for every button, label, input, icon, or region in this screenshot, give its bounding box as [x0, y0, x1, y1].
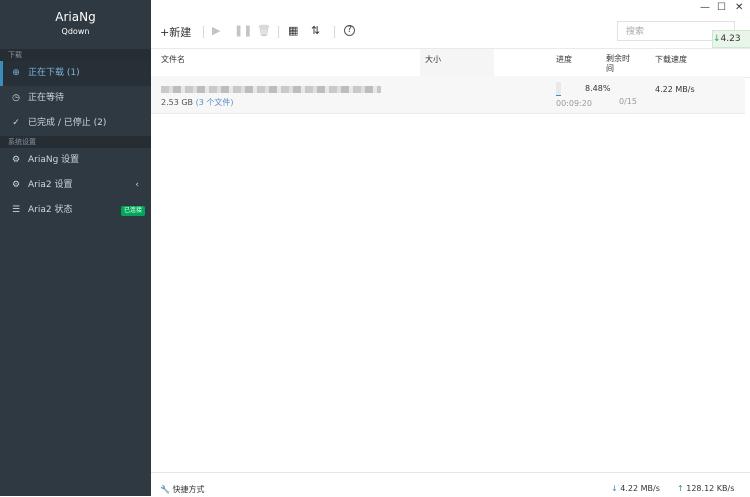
- app-title: AriaNg: [55, 10, 96, 24]
- close-button[interactable]: ✕: [735, 2, 743, 13]
- arrow-down-icon: ↓: [611, 484, 618, 493]
- minimize-button[interactable]: —: [700, 2, 710, 13]
- status-bar: 🔧 快捷方式 ↓ 4.22 MB/s ↑ 128.12 KB/s: [151, 472, 750, 497]
- sidebar: AriaNg Qdown 下载 ⊕ 正在下载 (1) ◷ 正在等待 ✓ 已完成 / 已…: [0, 0, 151, 496]
- app-subtitle: Qdown: [61, 27, 90, 36]
- brand[interactable]: AriaNg Qdown: [0, 0, 151, 49]
- new-task-label: 新建: [169, 26, 192, 39]
- sidebar-item-aria2-settings[interactable]: ⚙ Aria2 设置 ‹: [0, 173, 151, 198]
- sidebar-item-waiting[interactable]: ◷ 正在等待: [0, 86, 151, 111]
- download-circle-icon: ⊕: [12, 68, 20, 78]
- section-download-header: 下载: [0, 49, 151, 61]
- speed-tag-value: 4.23: [720, 34, 741, 44]
- toolbar: +新建 ▶ ❚❚ 🗑 ▦ ⇅ ? 搜索: [151, 18, 750, 48]
- clock-icon: ◷: [12, 93, 20, 103]
- task-file-count[interactable]: (3 个文件): [196, 98, 234, 107]
- global-upload-speed: ↑ 128.12 KB/s: [677, 484, 734, 493]
- task-progress-fill: [556, 94, 561, 96]
- sidebar-item-label: 正在等待: [28, 93, 65, 103]
- plus-icon: +: [160, 26, 170, 39]
- toolbar-divider: [278, 26, 279, 38]
- shortcut-menu[interactable]: 🔧 快捷方式: [160, 484, 205, 495]
- connected-badge: 已连接: [120, 206, 145, 216]
- column-filename[interactable]: 文件名: [161, 54, 185, 65]
- window-controls: — ☐ ✕: [690, 0, 750, 18]
- task-size: 2.53 GB: [161, 98, 194, 107]
- download-speed-value: 4.22 MB/s: [620, 484, 660, 493]
- column-speed[interactable]: 下载速度: [655, 54, 687, 65]
- trash-icon[interactable]: 🗑: [257, 24, 271, 37]
- download-speed-indicator: ↓4.23: [712, 30, 750, 48]
- section-settings-header: 系统设置: [0, 136, 151, 148]
- server-icon: ☰: [11, 205, 21, 215]
- help-icon[interactable]: ?: [344, 25, 355, 36]
- task-progress-bar: [556, 82, 561, 96]
- toolbar-divider: [203, 26, 204, 38]
- sidebar-item-label: AriaNg 设置: [28, 155, 80, 165]
- task-download-speed: 4.22 MB/s: [655, 85, 695, 94]
- sidebar-item-downloading[interactable]: ⊕ 正在下载 (1): [0, 61, 151, 86]
- wrench-icon: 🔧: [160, 485, 170, 494]
- task-size-info: 2.53 GB (3 个文件): [161, 97, 233, 108]
- arrow-up-icon: ↑: [677, 484, 684, 493]
- sidebar-item-label: 正在下载 (1): [28, 68, 80, 78]
- global-download-speed: ↓ 4.22 MB/s: [611, 484, 660, 493]
- task-elapsed-time: 00:09:20: [556, 99, 592, 108]
- gears-icon: ⚙: [11, 180, 21, 190]
- pause-icon[interactable]: ❚❚: [234, 24, 252, 37]
- sidebar-item-aria2-status[interactable]: ☰ Aria2 状态 已连接: [0, 198, 151, 223]
- arrow-down-icon: ↓: [713, 34, 721, 44]
- new-task-button[interactable]: +新建: [160, 24, 191, 40]
- chevron-left-icon: ‹: [135, 180, 139, 190]
- gear-icon: ⚙: [11, 155, 21, 165]
- task-filename-blurred: [161, 86, 381, 93]
- check-circle-icon: ✓: [12, 118, 20, 128]
- play-icon[interactable]: ▶: [212, 24, 220, 37]
- sort-icon[interactable]: ⇅: [311, 24, 320, 37]
- table-header: 文件名 大小 进度 剩余时间 下载速度: [151, 48, 750, 78]
- upload-speed-value: 128.12 KB/s: [686, 484, 735, 493]
- maximize-button[interactable]: ☐: [717, 2, 726, 13]
- sidebar-item-stopped[interactable]: ✓ 已完成 / 已停止 (2): [0, 111, 151, 136]
- table-row[interactable]: 2.53 GB (3 个文件) 8.48% 00:09:20 0/15 4.22…: [151, 76, 745, 114]
- task-progress-text: 8.48%: [585, 84, 611, 93]
- shortcut-label: 快捷方式: [172, 485, 205, 494]
- grid-view-icon[interactable]: ▦: [288, 24, 298, 37]
- column-size[interactable]: 大小: [425, 54, 441, 65]
- sidebar-item-ariang-settings[interactable]: ⚙ AriaNg 设置: [0, 148, 151, 173]
- toolbar-divider: [334, 26, 335, 38]
- sidebar-item-label: 已完成 / 已停止 (2): [28, 118, 107, 128]
- task-connections: 0/15: [619, 97, 637, 106]
- sidebar-item-label: Aria2 设置: [28, 180, 73, 190]
- column-remaining[interactable]: 剩余时间: [606, 54, 630, 74]
- column-progress[interactable]: 进度: [556, 54, 572, 65]
- sidebar-item-label: Aria2 状态: [28, 205, 73, 215]
